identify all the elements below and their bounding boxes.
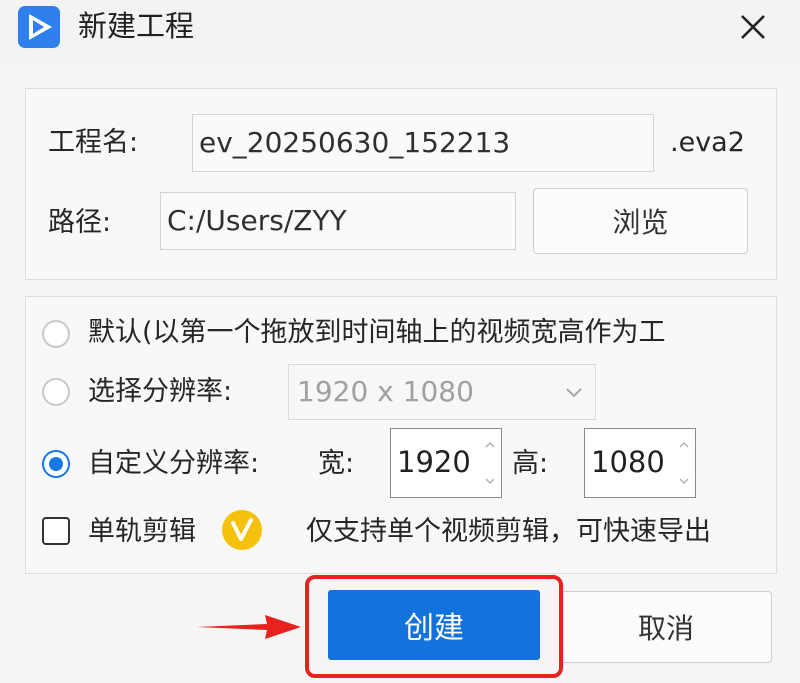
pointer-arrow-icon — [197, 615, 301, 639]
default-resolution-label: 默认(以第一个拖放到时间轴上的视频宽高作为工 — [88, 317, 666, 348]
path-label: 路径: — [48, 207, 112, 238]
play-logo-icon — [18, 6, 60, 48]
width-label: 宽: — [318, 448, 355, 479]
chevron-down-icon — [566, 388, 582, 398]
select-resolution-label: 选择分辨率: — [88, 376, 233, 407]
default-resolution-radio[interactable] — [42, 320, 70, 348]
height-spinbox[interactable]: 1080 — [584, 428, 696, 498]
project-name-input[interactable]: ev_20250630_152213 — [192, 114, 654, 172]
close-icon — [741, 15, 765, 39]
highlight-annotation-box — [305, 575, 563, 678]
width-spinbox[interactable]: 1920 — [390, 428, 502, 498]
spin-arrows-icon[interactable] — [483, 435, 497, 491]
path-input[interactable]: C:/Users/ZYY — [160, 192, 516, 250]
project-name-label: 工程名: — [48, 127, 139, 158]
single-track-checkbox[interactable] — [42, 517, 70, 545]
close-button[interactable] — [722, 0, 784, 54]
height-value: 1080 — [591, 445, 665, 479]
title-bar: 新建工程 — [0, 0, 800, 66]
spin-arrows-icon[interactable] — [677, 435, 691, 491]
vip-v-badge-icon — [222, 510, 262, 550]
window-title: 新建工程 — [78, 9, 195, 43]
browse-button[interactable]: 浏览 — [533, 188, 748, 254]
custom-resolution-label: 自定义分辨率: — [88, 448, 260, 479]
project-extension: .eva2 — [670, 127, 745, 158]
select-resolution-radio[interactable] — [42, 378, 70, 406]
width-value: 1920 — [397, 445, 471, 479]
height-label: 高: — [512, 448, 549, 479]
resolution-select[interactable]: 1920 x 1080 — [288, 364, 596, 420]
single-track-description: 仅支持单个视频剪辑，可快速导出 — [306, 516, 711, 547]
resolution-select-value: 1920 x 1080 — [297, 375, 474, 408]
custom-resolution-radio[interactable] — [42, 450, 70, 478]
single-track-label: 单轨剪辑 — [88, 516, 196, 547]
cancel-button[interactable]: 取消 — [560, 591, 772, 663]
